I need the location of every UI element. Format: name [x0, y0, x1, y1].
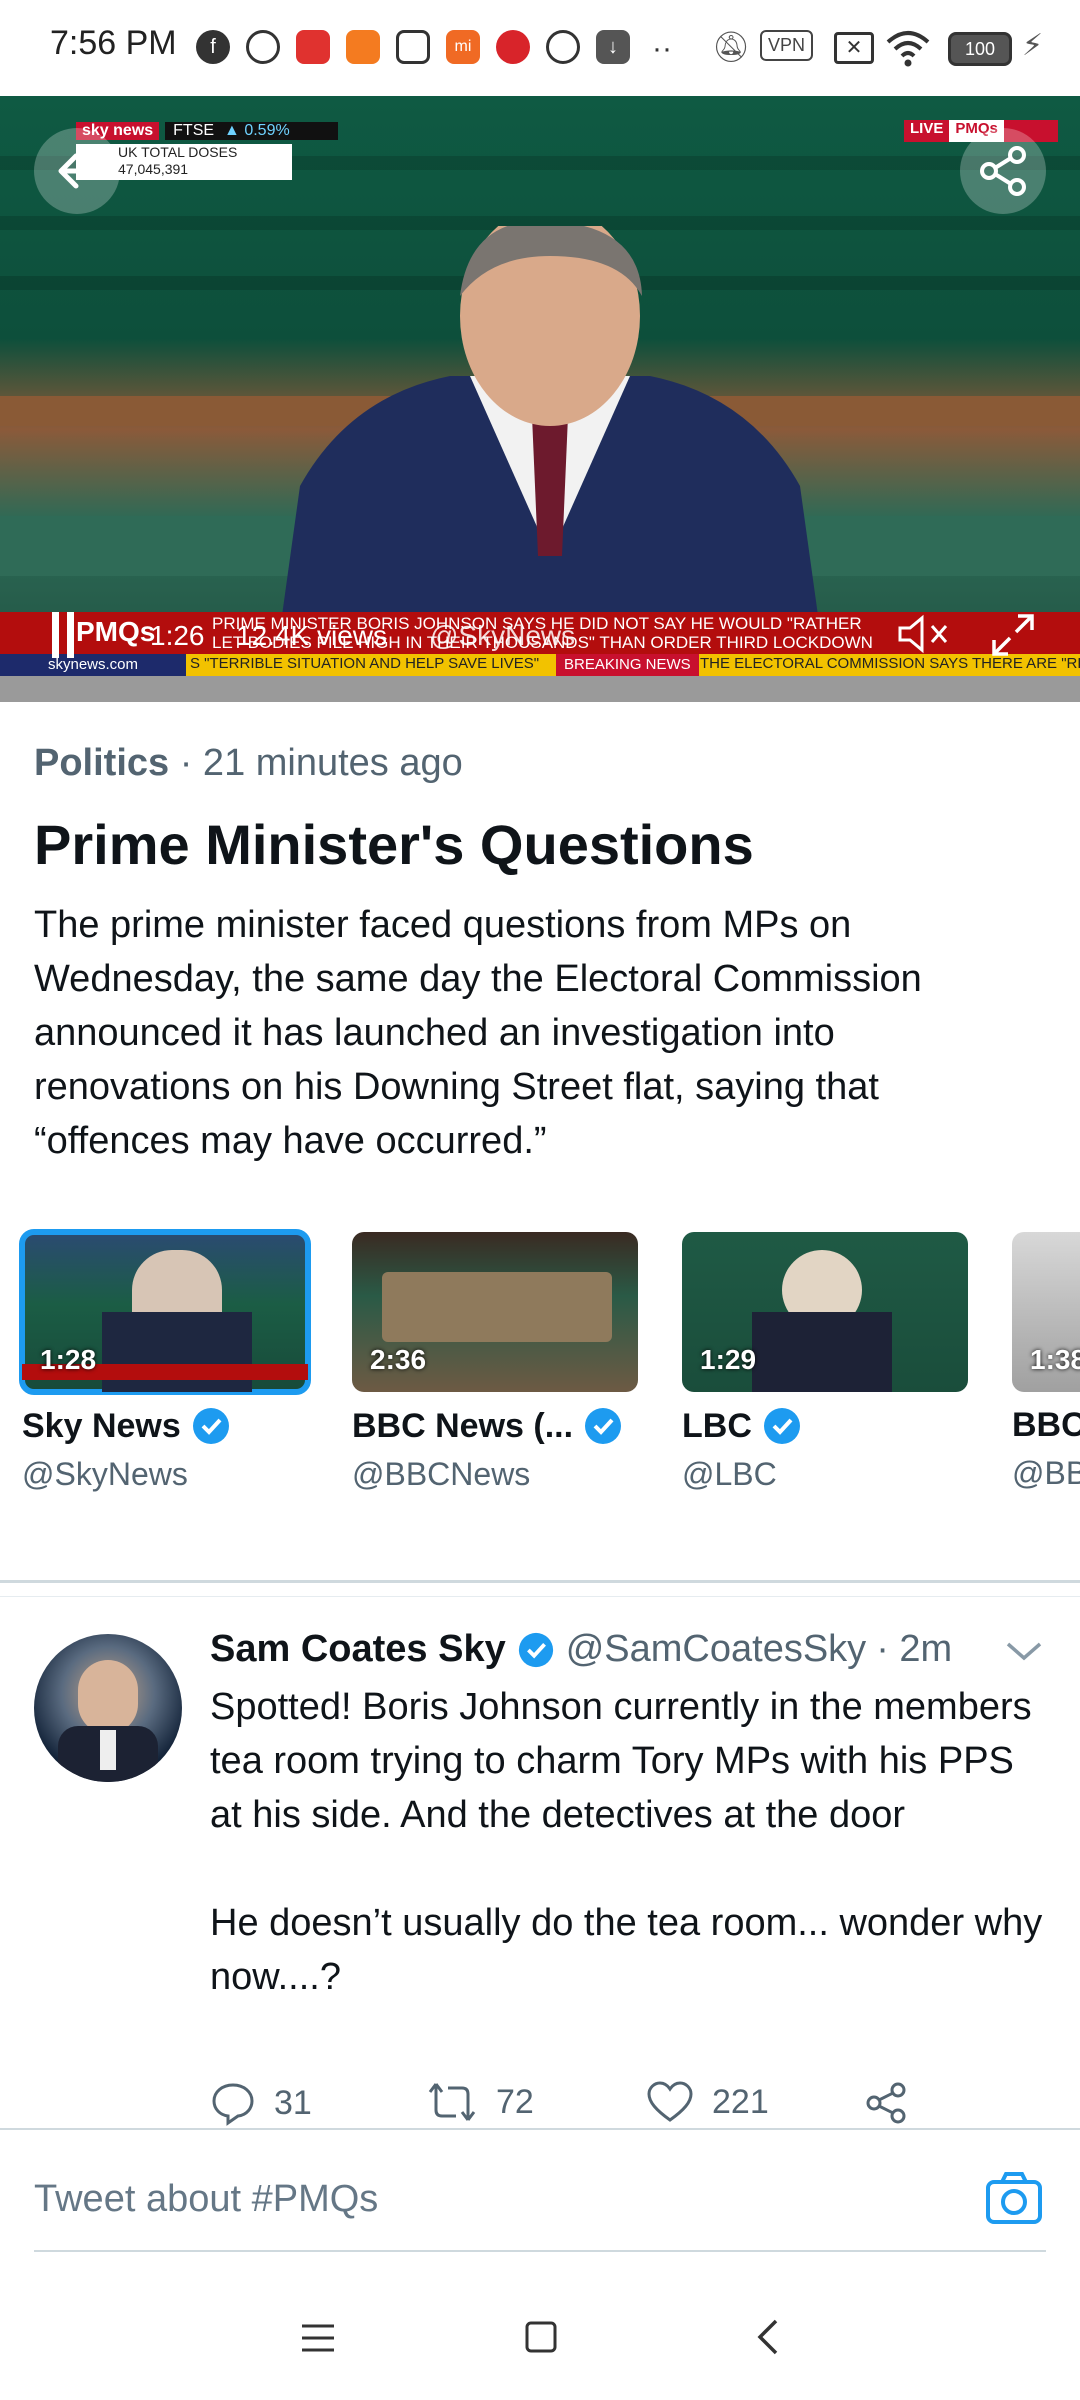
tweet-author-handle[interactable]: @SamCoatesSky — [566, 1628, 866, 1671]
tweet-actions: 31 72 221 — [210, 2080, 910, 2140]
battery-icon: 100 — [948, 32, 1012, 66]
volume-muted-icon — [898, 614, 948, 654]
share-tweet-button[interactable] — [864, 2080, 910, 2126]
camera-icon[interactable] — [984, 2170, 1044, 2226]
app-notification-icon — [296, 30, 330, 64]
home-icon[interactable] — [524, 2320, 558, 2354]
source-handle: @LBC — [682, 1456, 777, 1492]
reply-icon — [212, 2083, 254, 2126]
pause-icon — [52, 612, 59, 658]
compose-tweet-input[interactable]: Tweet about #PMQs — [34, 2178, 378, 2221]
verified-icon — [585, 1408, 622, 1444]
video-duration: 2:36 — [370, 1344, 427, 1375]
tweet-header: Sam Coates Sky @SamCoatesSky · 2m — [210, 1628, 952, 1671]
video-card[interactable]: 1:38 BBC @BB — [1012, 1232, 1080, 1492]
ftse-label: FTSE — [173, 122, 215, 139]
share-icon — [980, 146, 1026, 196]
video-source: @SkyNews — [430, 620, 576, 651]
ftse-change: ▲ 0.59% — [224, 122, 290, 139]
live-badge: LIVE — [904, 120, 950, 142]
share-button[interactable] — [960, 128, 1046, 214]
wifi-icon — [886, 31, 930, 67]
back-button[interactable] — [34, 128, 120, 214]
source-handle: @SkyNews — [22, 1456, 188, 1492]
breaking-news-label: BREAKING NEWS — [556, 654, 699, 676]
reply-button[interactable]: 31 — [210, 2080, 312, 2126]
charging-icon: ⚡︎ — [1022, 29, 1044, 62]
video-thumbnail[interactable]: 1:29 — [682, 1232, 968, 1392]
tweet-text: Spotted! Boris Johnson currently in the … — [210, 1686, 1043, 1998]
chevron-down-icon[interactable] — [1004, 1638, 1044, 1664]
mute-icon: 🔕︎ — [712, 31, 751, 64]
retweet-count: 72 — [496, 2082, 534, 2121]
menu-icon[interactable] — [300, 2322, 336, 2354]
article-description: The prime minister faced questions from … — [34, 904, 922, 1162]
pause-button[interactable] — [52, 612, 74, 658]
video-thumbnail[interactable]: 1:28 — [19, 1229, 311, 1395]
retweet-icon — [428, 2083, 476, 2121]
article-title: Prime Minister's Questions — [34, 813, 754, 876]
heart-icon — [647, 2081, 693, 2122]
instagram-icon — [396, 30, 430, 64]
app-notification-icon — [346, 30, 380, 64]
verified-icon — [192, 1408, 229, 1444]
verified-icon — [518, 1632, 553, 1667]
source-name: Sky News — [22, 1406, 181, 1445]
back-nav-icon[interactable] — [756, 2318, 780, 2356]
source-handle: @BBCNews — [352, 1456, 531, 1492]
fullscreen-button[interactable] — [990, 612, 1036, 663]
like-button[interactable]: 221 — [646, 2080, 769, 2124]
video-duration: 1:28 — [40, 1344, 97, 1375]
tweet-time: · 2m — [876, 1628, 953, 1670]
mute-video-button[interactable] — [896, 614, 952, 662]
section-divider — [0, 1580, 1080, 1583]
source-name: BBC — [1012, 1406, 1080, 1444]
mi-icon: mi — [446, 30, 480, 64]
no-sim-icon: ✕ — [834, 32, 874, 64]
article-time: · 21 minutes ago — [179, 742, 463, 784]
more-notifications-icon: ·· — [652, 32, 672, 65]
share-icon — [866, 2082, 906, 2124]
status-time: 7:56 PM — [50, 24, 177, 62]
verified-icon — [763, 1408, 800, 1444]
arrow-left-icon — [58, 153, 97, 189]
source-name: LBC — [682, 1406, 752, 1445]
retweet-button[interactable]: 72 — [426, 2080, 534, 2124]
video-duration: 1:29 — [700, 1344, 757, 1375]
video-card[interactable]: 2:36 BBC News (... @BBCNews — [352, 1232, 638, 1493]
source-name: BBC News (... — [352, 1406, 574, 1445]
video-duration: 1:38 — [1030, 1344, 1080, 1375]
facebook-icon: f — [196, 30, 230, 64]
avatar[interactable] — [34, 1634, 182, 1782]
vpn-icon: VPN — [760, 30, 814, 61]
article-category[interactable]: Politics — [34, 742, 169, 784]
app-notification-icon — [496, 30, 530, 64]
video-card[interactable]: 1:28 Sky News @SkyNews — [19, 1229, 311, 1493]
system-nav-bar — [0, 2270, 1080, 2400]
article-meta: Politics · 21 minutes ago — [34, 742, 463, 785]
ticker-label: PMQs — [76, 616, 156, 647]
video-views: 12.4K views — [236, 620, 387, 651]
like-count: 221 — [712, 2082, 769, 2121]
download-icon: ↓ — [596, 30, 630, 64]
reply-count: 31 — [274, 2083, 312, 2122]
video-card[interactable]: 1:29 LBC @LBC — [682, 1232, 968, 1493]
source-handle: @BB — [1012, 1455, 1080, 1491]
at-icon — [246, 30, 280, 64]
video-thumbnail[interactable]: 2:36 — [352, 1232, 638, 1392]
expand-icon — [992, 614, 1034, 656]
tweet-author-name[interactable]: Sam Coates Sky — [210, 1628, 506, 1671]
at-icon — [546, 30, 580, 64]
video-thumbnail[interactable]: 1:38 — [1012, 1232, 1080, 1392]
status-bar: 7:56 PM f mi ↓ ·· 🔕︎ VPN ✕ 100 ⚡︎ — [0, 0, 1080, 96]
video-elapsed: 1:26 — [150, 620, 205, 651]
site-label: skynews.com — [0, 654, 186, 676]
